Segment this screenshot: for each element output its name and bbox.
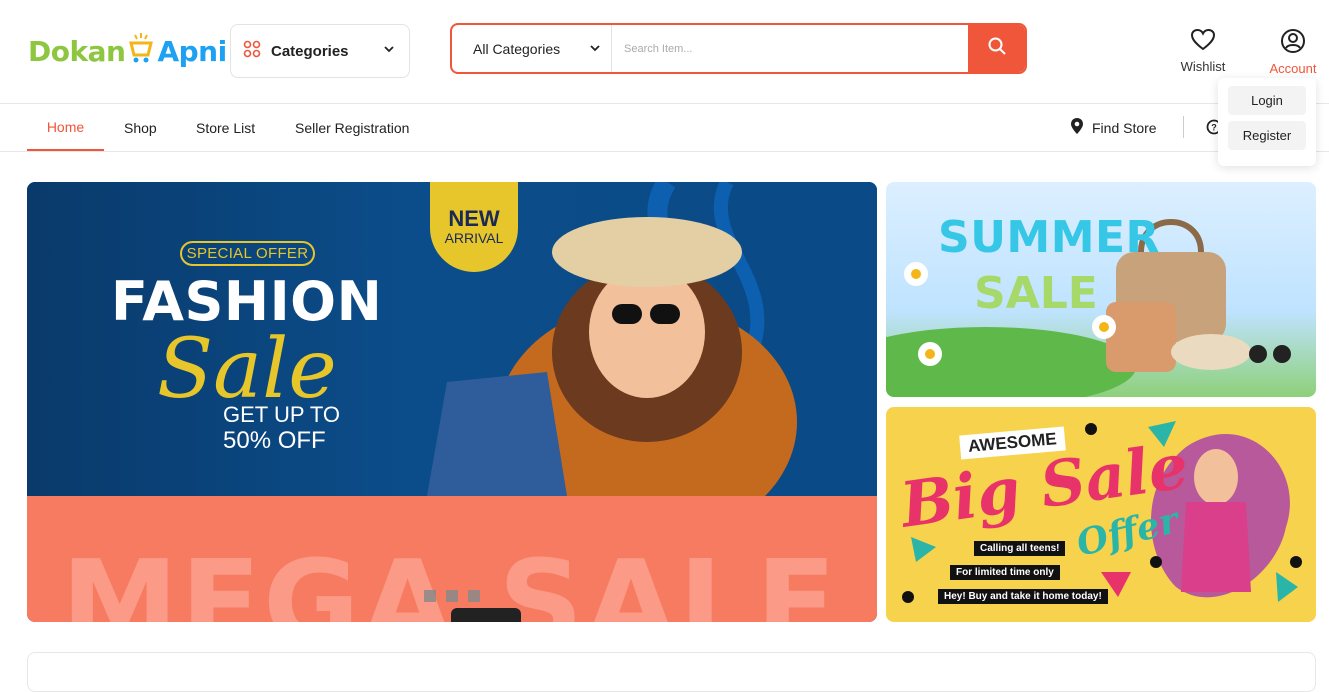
carousel-dot[interactable] — [424, 590, 436, 602]
user-icon — [1280, 28, 1306, 57]
mega-sale-text: MEGA SALE — [61, 534, 839, 622]
account-dropdown-menu: Login Register — [1218, 78, 1316, 166]
summer-sale-banner[interactable]: SUMMER SALE — [886, 182, 1316, 397]
chevron-down-icon — [383, 42, 395, 60]
hero-banner-carousel[interactable]: NEW ARRIVAL SPECIAL OFFER FASHION Sale G… — [27, 182, 877, 622]
badge-line2: ARRIVAL — [444, 230, 504, 246]
banner-tag: For limited time only — [950, 565, 1060, 580]
carousel-dot[interactable] — [446, 590, 458, 602]
content-section-card — [27, 652, 1316, 692]
wishlist-label: Wishlist — [1180, 59, 1226, 74]
logo-text-part1: Dokan — [28, 34, 126, 68]
discount-line2: 50% OFF — [223, 427, 326, 454]
logo-text-part2: Apni — [157, 34, 227, 68]
map-pin-icon — [1070, 117, 1084, 138]
wishlist-button[interactable]: Wishlist — [1174, 28, 1232, 74]
search-bar: All Categories — [450, 23, 1027, 74]
heart-icon — [1190, 28, 1216, 55]
search-category-value: All Categories — [473, 40, 561, 57]
nav-item-seller-registration[interactable]: Seller Registration — [295, 104, 409, 151]
account-label: Account — [1269, 61, 1317, 76]
main-navigation: Home Shop Store List Seller Registration… — [0, 104, 1329, 152]
categories-grid-icon — [243, 40, 261, 63]
nav-divider — [1183, 116, 1184, 138]
login-menu-item[interactable]: Login — [1228, 86, 1306, 115]
discount-text: GET UP TO 50% OFF — [223, 402, 340, 454]
nav-item-shop[interactable]: Shop — [124, 104, 157, 151]
special-offer-label: SPECIAL OFFER — [180, 241, 315, 266]
categories-dropdown-button[interactable]: Categories — [230, 24, 410, 78]
discount-line1: GET UP TO — [223, 402, 340, 427]
categories-label: Categories — [271, 42, 349, 60]
nav-item-home[interactable]: Home — [27, 104, 104, 151]
search-input[interactable] — [612, 25, 968, 72]
mega-sale-slide: MEGA SALE — [27, 496, 877, 622]
fashion-sale-slide: NEW ARRIVAL SPECIAL OFFER FASHION Sale G… — [27, 182, 877, 496]
summer-text: SUMMER — [938, 212, 1160, 263]
shopping-cart-logo-icon — [127, 31, 155, 72]
carousel-dot[interactable] — [468, 590, 480, 602]
site-logo[interactable]: Dokan Apni — [28, 26, 227, 76]
big-sale-banner[interactable]: AWESOME Big Sale Offer Calling all teens… — [886, 407, 1316, 622]
svg-text:?: ? — [1211, 123, 1217, 133]
account-button[interactable]: Account — [1264, 28, 1322, 76]
search-icon — [987, 36, 1007, 61]
new-arrival-badge: NEW ARRIVAL — [430, 182, 518, 272]
find-store-link[interactable]: Find Store — [1070, 104, 1157, 151]
search-category-select[interactable]: All Categories — [452, 25, 612, 72]
carousel-pagination — [424, 590, 480, 602]
badge-line1: NEW — [448, 206, 500, 231]
nav-item-store-list[interactable]: Store List — [196, 104, 255, 151]
site-header: Dokan Apni Categories All Categories Sea… — [0, 0, 1329, 104]
product-image — [451, 608, 521, 622]
chevron-down-icon — [589, 41, 601, 57]
register-menu-item[interactable]: Register — [1228, 121, 1306, 150]
banner-tag: Calling all teens! — [974, 541, 1066, 556]
summer-sale-text: SALE — [974, 268, 1098, 319]
find-store-label: Find Store — [1092, 119, 1157, 136]
search-button[interactable] — [968, 25, 1025, 72]
banner-tag: Hey! Buy and take it home today! — [938, 589, 1108, 604]
